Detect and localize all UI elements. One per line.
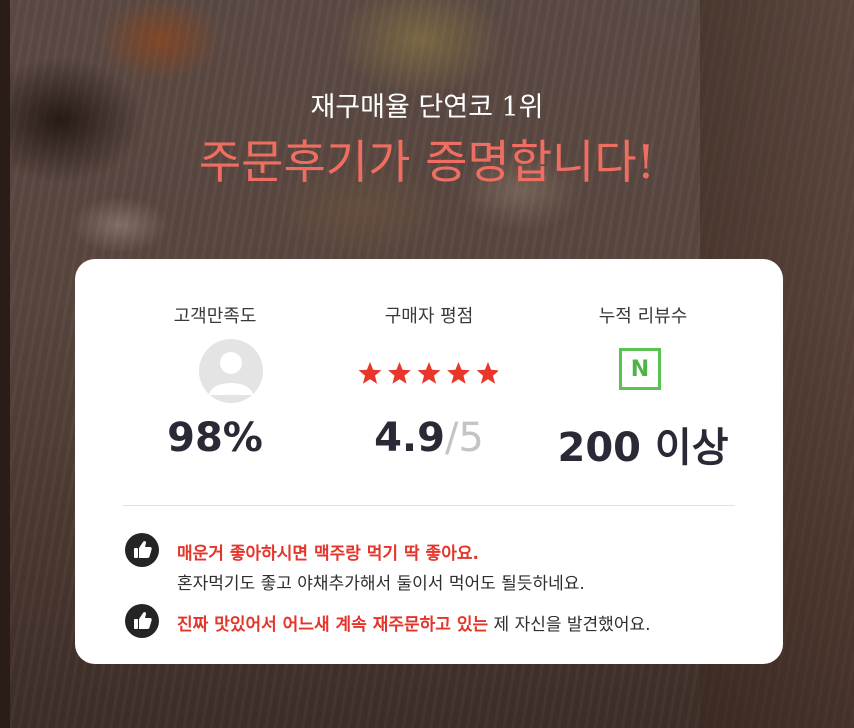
star-filled: [447, 362, 470, 384]
rating-denominator: /5: [444, 415, 484, 461]
stat-value: 200 이상: [557, 425, 729, 471]
stat-value: 98%: [167, 415, 263, 461]
user-avatar-icon: [199, 339, 263, 403]
review-banner: 재구매율 단연코 1위 주문후기가 증명합니다! 고객만족도 98% 구매자 평…: [0, 0, 854, 728]
thumbs-up-icon: [125, 604, 159, 638]
naver-icon: N: [619, 348, 661, 390]
star-rating-icon: [358, 362, 500, 384]
banner-title: 주문후기가 증명합니다!: [198, 135, 656, 189]
review-highlight: 매운거 좋아하시면 맥주랑 먹기 딱 좋아요.: [177, 544, 479, 564]
stat-label: 고객만족도: [173, 306, 257, 327]
stat-value: 4.9/5: [311, 415, 547, 461]
review-highlight: 진짜 맛있어서 어느새 계속 재주문하고 있는: [177, 615, 489, 635]
review-text: 진짜 맛있어서 어느새 계속 재주문하고 있는 제 자신을 발견했어요.: [177, 610, 651, 635]
star-filled: [476, 362, 498, 384]
rating-value: 4.9: [374, 415, 445, 461]
banner-subtitle: 재구매율 단연코 1위: [310, 92, 544, 123]
divider: [123, 505, 735, 506]
review-summary-card: 고객만족도 98% 구매자 평점 4.9/5 누적 리뷰수 200 이상 N 매…: [75, 259, 783, 664]
star-filled: [417, 362, 441, 384]
review-text: 매운거 좋아하시면 맥주랑 먹기 딱 좋아요.: [177, 539, 479, 564]
headline: 재구매율 단연코 1위 주문후기가 증명합니다!: [0, 90, 854, 192]
review-rest: 제 자신을 발견했어요.: [488, 615, 651, 635]
stat-label: 구매자 평점: [384, 306, 474, 327]
review-detail: 혼자먹기도 좋고 야채추가해서 둘이서 먹어도 될듯하네요.: [177, 574, 585, 594]
stat-label: 누적 리뷰수: [598, 306, 688, 327]
thumbs-up-icon: [125, 533, 159, 567]
star-filled: [388, 362, 411, 384]
star-filled: [358, 362, 382, 384]
